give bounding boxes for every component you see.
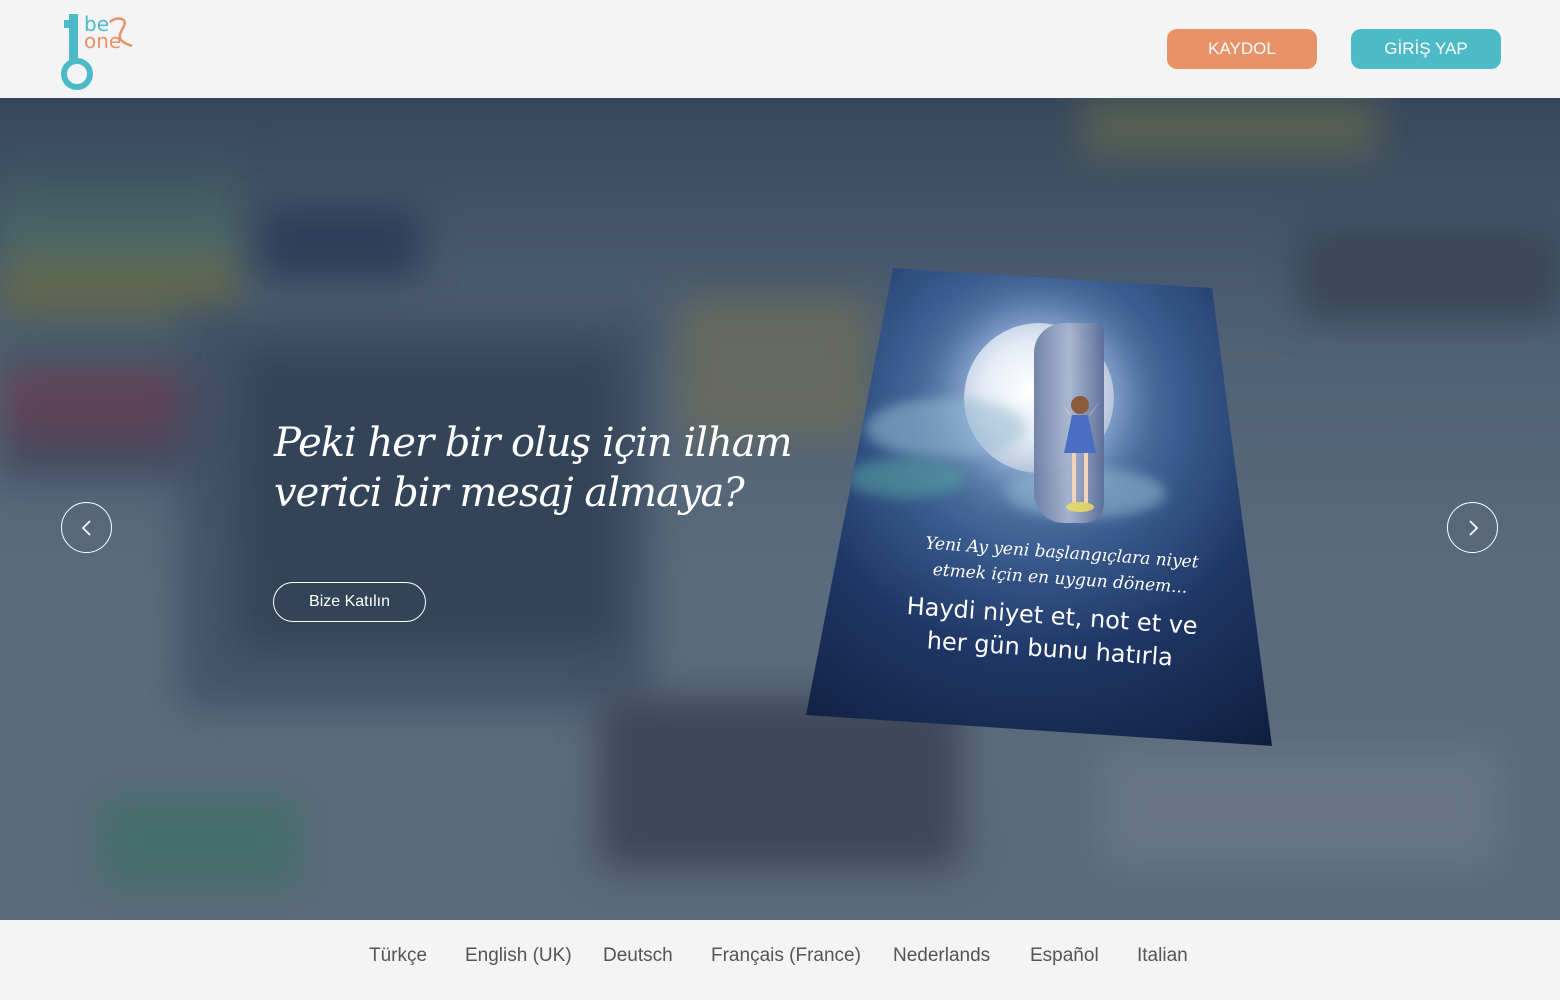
login-button[interactable]: GİRİŞ YAP [1351,29,1501,69]
hero-slider: Peki her bir oluş için ilham verici bir … [0,98,1560,920]
language-link-french[interactable]: Français (France) [711,945,861,967]
background-blur [100,798,300,888]
card-illustration: Yeni Ay yeni başlangıçlara niyet etmek i… [806,268,1272,746]
language-link-italian[interactable]: Italian [1137,945,1188,967]
background-blur [260,208,420,278]
signup-button[interactable]: KAYDOL [1167,29,1317,69]
background-blur [1100,748,1500,868]
hero-headline: Peki her bir oluş için ilham verici bir … [274,420,793,516]
header: be one KAYDOL GİRİŞ YAP [0,0,1560,98]
next-slide-button[interactable] [1447,502,1498,553]
chevron-left-icon [81,519,91,536]
language-link-english[interactable]: English (UK) [465,945,572,967]
cloud [866,398,1026,458]
fairy-icon [1060,396,1100,512]
previous-slide-button[interactable] [61,502,112,553]
chevron-right-icon [1468,519,1478,536]
join-button[interactable]: Bize Katılın [273,582,426,622]
logo[interactable]: be one [58,12,138,90]
language-footer: Türkçe English (UK) Deutsch Français (Fr… [0,920,1560,1000]
language-link-turkish[interactable]: Türkçe [369,945,427,967]
message-card: Yeni Ay yeni başlangıçlara niyet etmek i… [806,268,1272,746]
language-link-german[interactable]: Deutsch [603,945,673,967]
logo-text-one: one [84,29,122,53]
language-link-spanish[interactable]: Español [1030,945,1099,967]
card-text-title: Haydi niyet et, not et ve her gün bunu h… [905,591,1199,672]
background-blur [1080,98,1380,158]
background-blur [1300,228,1560,318]
cloud [846,458,966,498]
language-link-dutch[interactable]: Nederlands [893,945,990,967]
